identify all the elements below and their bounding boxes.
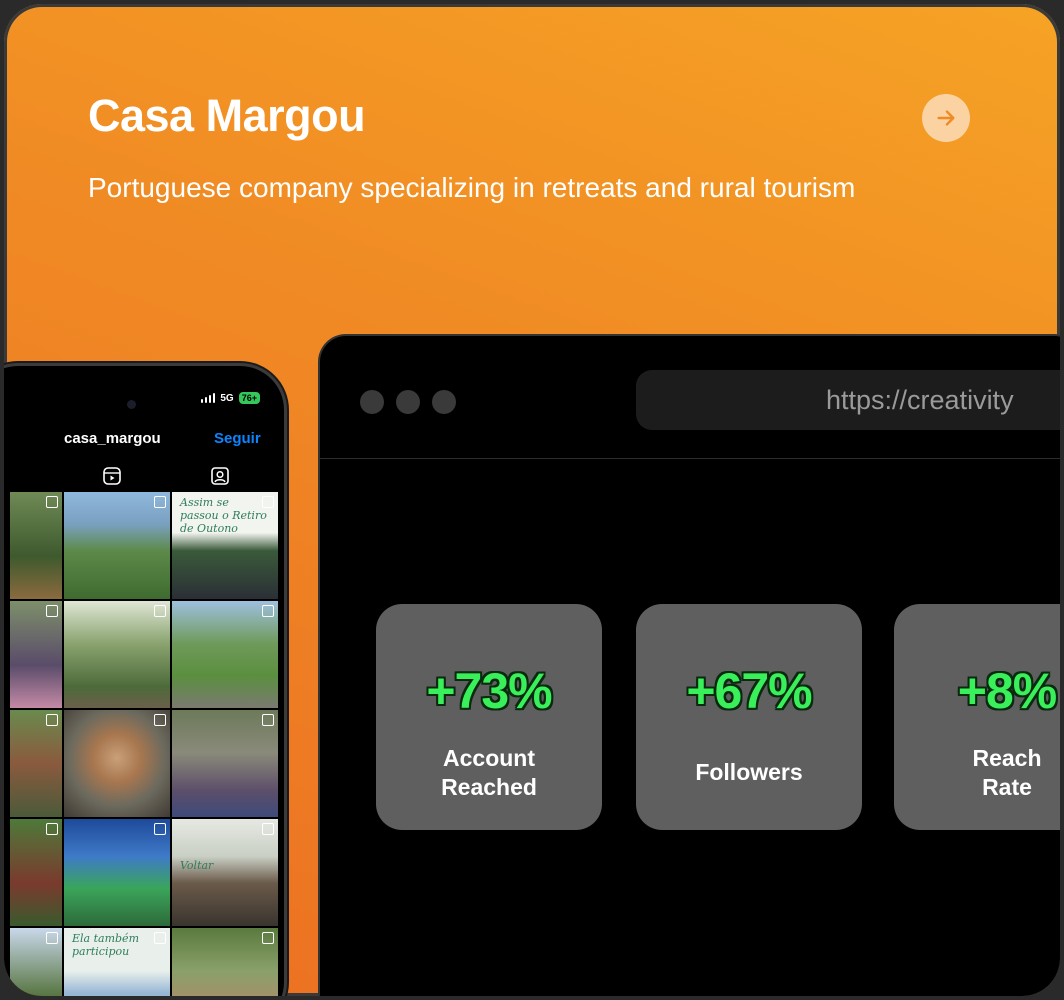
select-icon (262, 932, 274, 944)
phone-mockup: 5G 76+ casa_margou Seguir Assim se passo… (4, 366, 284, 996)
post-thumbnail[interactable] (64, 492, 170, 599)
stat-label: Followers (695, 759, 803, 785)
select-icon (154, 496, 166, 508)
status-bar: 5G 76+ (200, 392, 260, 404)
window-controls (360, 390, 456, 414)
select-icon (46, 714, 58, 726)
post-thumbnail[interactable] (172, 710, 278, 817)
select-icon (262, 714, 274, 726)
reels-tab-icon[interactable] (102, 466, 122, 486)
post-thumbnail[interactable] (172, 928, 278, 996)
post-thumbnail[interactable]: Assim se passou o Retiro de Outono (172, 492, 278, 599)
project-card[interactable]: Casa Margou Portuguese company specializ… (4, 4, 1060, 996)
post-thumbnail[interactable] (64, 819, 170, 926)
signal-icon (200, 393, 216, 403)
select-icon (46, 932, 58, 944)
stat-card-account-reached: +73% Account Reached (376, 604, 602, 830)
project-title: Casa Margou (88, 90, 366, 141)
post-thumbnail[interactable] (172, 601, 278, 708)
select-icon (154, 714, 166, 726)
stat-card-followers: +67% Followers (636, 604, 862, 830)
posts-grid: Assim se passou o Retiro de Outono Volta… (10, 492, 278, 996)
post-thumbnail[interactable] (64, 710, 170, 817)
window-dot[interactable] (360, 390, 384, 414)
url-bar[interactable]: https://creativity (636, 370, 1060, 430)
open-project-button[interactable] (922, 94, 970, 142)
profile-username: casa_margou (64, 430, 161, 447)
stat-label: Reach Rate (972, 745, 1042, 800)
front-camera (127, 400, 136, 409)
post-thumbnail[interactable] (10, 819, 62, 926)
select-icon (46, 605, 58, 617)
select-icon (262, 605, 274, 617)
post-thumbnail[interactable] (10, 601, 62, 708)
stat-value: +73% (426, 663, 552, 719)
network-label: 5G (220, 392, 234, 404)
browser-mockup: https://creativity +73% Account Reached … (320, 336, 1060, 996)
stat-label: Account Reached (441, 745, 537, 800)
post-thumbnail[interactable]: Voltar (172, 819, 278, 926)
project-subtitle: Portuguese company specializing in retre… (88, 172, 856, 203)
window-dot[interactable] (396, 390, 420, 414)
post-thumbnail[interactable] (10, 710, 62, 817)
select-icon (154, 823, 166, 835)
select-icon (262, 823, 274, 835)
select-icon (46, 496, 58, 508)
window-dot[interactable] (432, 390, 456, 414)
post-thumbnail[interactable] (10, 928, 62, 996)
stat-value: +67% (686, 663, 812, 719)
post-thumbnail[interactable] (64, 601, 170, 708)
toolbar-divider (320, 458, 1060, 459)
select-icon (46, 823, 58, 835)
battery-icon: 76+ (238, 392, 260, 404)
post-thumbnail[interactable] (10, 492, 62, 599)
select-icon (154, 605, 166, 617)
arrow-right-icon (937, 110, 955, 126)
post-thumbnail[interactable]: Ela também participou (64, 928, 170, 996)
stat-value: +8% (957, 663, 1057, 719)
tagged-tab-icon[interactable] (210, 466, 230, 486)
stat-card-reach-rate: +8% Reach Rate (894, 604, 1060, 830)
follow-button[interactable]: Seguir (214, 430, 261, 447)
